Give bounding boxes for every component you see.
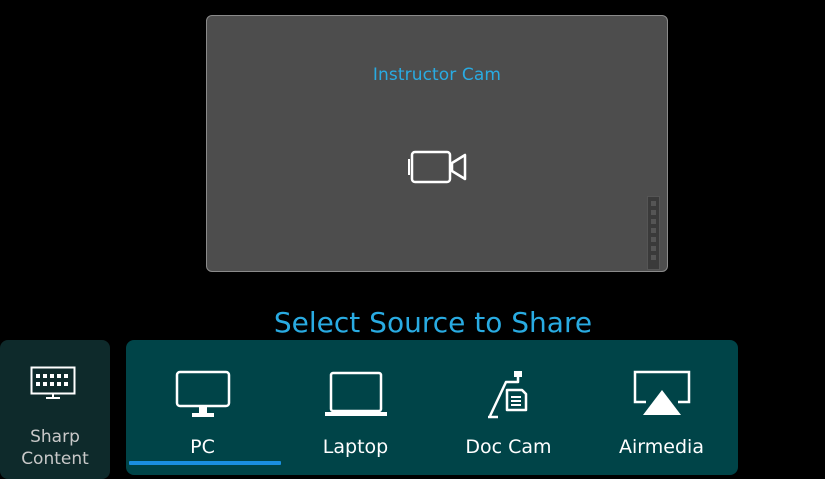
- audio-level-segment: [651, 237, 656, 242]
- source-pc-button[interactable]: PC: [126, 340, 281, 475]
- audio-level-segment: [651, 246, 656, 251]
- audio-level-segment: [651, 201, 656, 206]
- monitor-icon: [175, 370, 230, 417]
- camera-preview-panel: Instructor Cam: [206, 15, 668, 272]
- sharp-content-label-line1: Sharp: [30, 427, 80, 447]
- screen: Instructor Cam Select Source to Share Sh…: [0, 0, 825, 479]
- video-camera-icon: [408, 150, 467, 184]
- audio-level-segment: [651, 255, 656, 260]
- audio-level-segment: [651, 210, 656, 215]
- audio-level-segment: [651, 228, 656, 233]
- document-camera-icon: [487, 371, 527, 419]
- preview-title: Instructor Cam: [372, 65, 502, 85]
- sharp-content-button[interactable]: Sharp Content: [0, 340, 110, 479]
- laptop-icon: [324, 371, 387, 416]
- source-selector-bar: PC Laptop Doc Cam Airmedia: [126, 340, 738, 475]
- source-laptop-button[interactable]: Laptop: [279, 340, 432, 475]
- audio-level-segment: [651, 219, 656, 224]
- source-laptop-label: Laptop: [322, 436, 389, 458]
- sharp-content-label-line2: Content: [21, 449, 89, 469]
- source-airmedia-label: Airmedia: [619, 436, 704, 458]
- source-airmedia-button[interactable]: Airmedia: [585, 340, 738, 475]
- select-source-heading: Select Source to Share: [273, 306, 593, 339]
- sharp-content-label: Sharp Content: [0, 426, 110, 470]
- source-pc-label: PC: [190, 436, 215, 458]
- source-doc-cam-button[interactable]: Doc Cam: [432, 340, 585, 475]
- airplay-icon: [633, 370, 690, 415]
- keyboard-display-icon: [30, 366, 76, 399]
- source-doc-cam-label: Doc Cam: [465, 436, 552, 458]
- selected-indicator: [129, 461, 281, 465]
- audio-level-meter: [647, 196, 660, 270]
